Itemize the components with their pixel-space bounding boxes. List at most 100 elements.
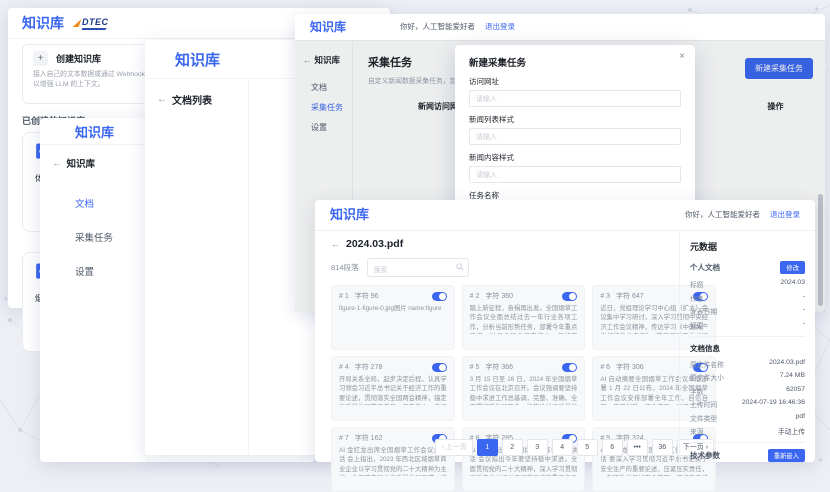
chunk-card[interactable]: # 7 字符 162 AI 金红龙出席全国烟草工作会议并讲话 会上指出，2023… <box>331 427 455 492</box>
page-number[interactable]: 4 <box>552 439 573 456</box>
chunk-toolbar: 814段落 <box>331 258 716 277</box>
input-placeholder: 请输入 <box>476 94 497 104</box>
input-placeholder: 请输入 <box>476 132 497 142</box>
doc-info-list: 原文件名称2024.03.pdf 原文件大小7.24 MB 字数62057 上传… <box>690 359 805 437</box>
back-arrow-icon: ← <box>157 94 167 105</box>
sidebar-menu-item[interactable]: 文档 <box>40 188 148 222</box>
page-number[interactable]: 3 <box>527 439 548 456</box>
field-label: 新闻内容样式 <box>469 152 681 163</box>
field-label: 原文件名称 <box>690 359 724 369</box>
chunk-id: # 6 <box>600 364 610 371</box>
search-input[interactable] <box>368 262 490 279</box>
chunk-id: # 7 <box>339 435 349 442</box>
chunk-panel: ← 2024.03.pdf 814段落 # 1 字符 96 <box>315 230 728 462</box>
chunk-char-count: 字符 360 <box>485 291 513 301</box>
field-label: 原文件大小 <box>690 372 724 382</box>
doc-type-label: 个人文档 <box>690 262 720 273</box>
plus-icon: + <box>33 51 48 66</box>
chunk-card[interactable]: # 4 字符 278 开局关系全局，起步决定后程。认真学习领会习近平总书记关于经… <box>331 356 455 421</box>
sidebar-menu-item[interactable]: 设置 <box>40 256 148 290</box>
chunk-char-count: 字符 96 <box>355 291 379 301</box>
doc-info-title: 文档信息 <box>690 343 805 354</box>
paragraph-count: 814段落 <box>331 262 359 273</box>
field-label: 发表日期 <box>690 306 717 316</box>
metadata-panel: 元数据 个人文档 修改 标题2024.03 作者- 发表日期- 摘要- 文档信息… <box>679 230 815 462</box>
search-icon <box>456 263 464 271</box>
back-label: 知识库 <box>67 156 96 170</box>
chunk-enabled-toggle[interactable] <box>432 363 447 372</box>
window-document-detail: 知识库 你好，人工智能爱好者退出登录 ← 2024.03.pdf 814段落 <box>315 200 815 462</box>
logout-link[interactable]: 退出登录 <box>770 210 800 219</box>
chunk-id: # 1 <box>339 293 349 300</box>
chunk-card[interactable]: # 2 字符 360 踏上新征程，奋楫再出发。全国烟草工作会议全面总结过去一年行… <box>462 285 586 350</box>
field-value: 2024.03 <box>780 279 805 289</box>
chunk-char-count: 字符 647 <box>616 291 644 301</box>
search-box <box>367 258 469 277</box>
svg-text:+: + <box>818 455 823 465</box>
page-number[interactable]: 5 <box>577 439 598 456</box>
doc-back-row: ← 2024.03.pdf <box>331 238 716 250</box>
chunk-text: 开局关系全局，起步决定后程。认真学习领会习近平总书记关于经济工作的重要论述，贯彻… <box>339 375 447 405</box>
divider <box>690 442 805 443</box>
modal-text-input[interactable]: 请输入 <box>469 90 681 107</box>
greeting-text: 你好，人工智能爱好者 <box>685 210 760 219</box>
doc-field-list: 标题2024.03 作者- 发表日期- 摘要- <box>690 279 805 330</box>
svg-text:+: + <box>814 4 819 14</box>
chunk-card[interactable]: # 5 字符 366 3 月 15 日至 16 日，2024 年全国烟草工作会议… <box>462 356 586 421</box>
document-title: 2024.03.pdf <box>346 238 403 250</box>
app-title: 知识库 <box>75 122 114 141</box>
scrollbar-thumb[interactable] <box>818 194 823 306</box>
field-value: 2024.03.pdf <box>769 359 805 369</box>
modal-text-input[interactable]: 请输入 <box>469 166 681 183</box>
field-value: - <box>803 320 805 330</box>
chunk-char-count: 字符 162 <box>355 433 383 443</box>
chunk-text: 踏上新征程，奋楫再出发。全国烟草工作会议全面总结过去一年行业各项工作，分析当前形… <box>470 304 578 334</box>
field-value: 62057 <box>786 386 805 396</box>
field-label: 摘要 <box>690 320 704 330</box>
sidebar-menu-item[interactable]: 采集任务 <box>40 222 148 256</box>
edit-metadata-button[interactable]: 修改 <box>780 261 805 274</box>
field-label: 上传时间 <box>690 399 717 409</box>
doclist-sidebar: ← 文档列表 <box>145 78 249 455</box>
logo-triangle-icon <box>73 19 82 27</box>
page-number[interactable]: ••• <box>627 439 648 456</box>
chunk-enabled-toggle[interactable] <box>562 292 577 301</box>
modal-title: 新建采集任务 <box>469 55 681 69</box>
doc-header: 知识库 你好，人工智能爱好者退出登录 <box>315 200 815 231</box>
field-label: 新闻列表样式 <box>469 114 681 125</box>
chunk-id: # 5 <box>470 364 480 371</box>
prev-page-button[interactable]: 上一页 <box>435 439 472 456</box>
input-placeholder: 请输入 <box>476 170 497 180</box>
chunk-id: # 3 <box>600 293 610 300</box>
chunk-enabled-toggle[interactable] <box>432 292 447 301</box>
field-value: - <box>803 293 805 303</box>
chunk-char-count: 字符 278 <box>355 362 383 372</box>
chunk-card[interactable]: # 1 字符 96 figure-1-figure-0.jpg图片 name:f… <box>331 285 455 350</box>
logout-link[interactable]: 退出登录 <box>485 22 515 31</box>
back-to-kb[interactable]: ← 知识库 <box>40 156 148 170</box>
field-value: pdf <box>796 413 805 423</box>
modal-text-input[interactable]: 请输入 <box>469 128 681 145</box>
page-number[interactable]: 36 <box>652 439 673 456</box>
doclist-back-label: 文档列表 <box>172 92 212 107</box>
chunk-text: 3 月 15 日至 16 日，2024 年全国烟草工作会议在北京召开。会议强调要… <box>470 375 578 405</box>
re-embed-button[interactable]: 重新嵌入 <box>768 449 805 462</box>
back-arrow-icon[interactable]: ← <box>331 239 340 249</box>
chunk-card[interactable]: # 8 字符 285 AI 金红龙出席全国烟草工作会议并讲话 会议指出今年要坚持… <box>462 427 586 492</box>
chunk-char-count: 字符 366 <box>485 362 513 372</box>
back-to-doclist[interactable]: ← 文档列表 <box>145 92 248 107</box>
chunk-text: AI 金红龙出席全国烟草工作会议并讲话 会上指出，2023 年西北区域烟草商业企… <box>339 446 447 476</box>
page-number[interactable]: 6 <box>602 439 623 456</box>
field-label: 来源 <box>690 426 704 436</box>
chunk-char-count: 字符 306 <box>616 362 644 372</box>
page-number[interactable]: 2 <box>502 439 523 456</box>
chunk-id: # 4 <box>339 364 349 371</box>
field-label: 作者 <box>690 293 704 303</box>
app-title: 知识库 <box>22 13 64 33</box>
page-number[interactable]: 1 <box>477 439 498 456</box>
close-icon[interactable]: × <box>679 51 685 62</box>
field-value: 2024-07-19 16:46:36 <box>742 399 805 409</box>
chunk-enabled-toggle[interactable] <box>562 363 577 372</box>
chunk-text: figure-1-figure-0.jpg图片 name:figure <box>339 304 447 313</box>
chunk-id: # 2 <box>470 293 480 300</box>
